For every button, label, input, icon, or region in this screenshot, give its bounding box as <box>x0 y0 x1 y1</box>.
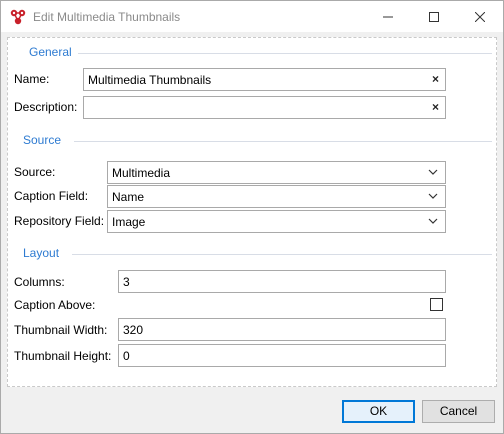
name-label: Name: <box>14 72 50 86</box>
caption-field-dropdown[interactable]: Name <box>107 185 446 208</box>
caption-above-label: Caption Above: <box>14 298 96 312</box>
source-dropdown[interactable]: Multimedia <box>107 161 446 184</box>
source-label: Source: <box>14 165 56 179</box>
maximize-icon <box>429 11 439 22</box>
caption-field-value: Name <box>112 190 145 204</box>
thumbnail-height-input[interactable]: 0 <box>118 344 446 367</box>
section-source-title: Source <box>23 133 62 147</box>
chevron-down-icon <box>428 193 438 199</box>
section-divider <box>72 254 492 255</box>
minimize-icon <box>383 16 393 17</box>
columns-value: 3 <box>123 275 130 289</box>
caption-above-checkbox[interactable] <box>430 298 443 311</box>
title-bar[interactable]: Edit Multimedia Thumbnails <box>1 1 503 32</box>
section-divider <box>74 141 492 142</box>
thumbnail-height-value: 0 <box>123 349 130 363</box>
chevron-down-icon <box>428 218 438 224</box>
maximize-button[interactable] <box>411 1 457 32</box>
editor-panel: General Name: Multimedia Thumbnails × De… <box>7 37 497 387</box>
clear-name-icon[interactable]: × <box>432 72 439 86</box>
repository-field-value: Image <box>112 215 146 229</box>
chevron-down-icon <box>428 169 438 175</box>
caption-field-label: Caption Field: <box>14 189 89 203</box>
ok-button[interactable]: OK <box>342 400 415 423</box>
cancel-button[interactable]: Cancel <box>422 400 495 423</box>
close-button[interactable] <box>457 1 503 32</box>
thumbnail-width-input[interactable]: 320 <box>118 318 446 341</box>
close-icon <box>475 11 485 22</box>
section-divider <box>78 53 492 54</box>
name-value: Multimedia Thumbnails <box>88 73 212 87</box>
description-field[interactable]: × <box>83 96 446 119</box>
thumbnail-width-label: Thumbnail Width: <box>14 323 108 337</box>
section-general-title: General <box>29 45 72 59</box>
dialog-window: Edit Multimedia Thumbnails General Name:… <box>0 0 504 434</box>
app-logo-icon <box>10 9 26 25</box>
clear-description-icon[interactable]: × <box>432 100 439 114</box>
columns-label: Columns: <box>14 275 65 289</box>
repository-field-label: Repository Field: <box>14 214 105 228</box>
section-layout-title: Layout <box>23 246 60 260</box>
name-field[interactable]: Multimedia Thumbnails × <box>83 68 446 91</box>
minimize-button[interactable] <box>365 1 411 32</box>
repository-field-dropdown[interactable]: Image <box>107 210 446 233</box>
window-title: Edit Multimedia Thumbnails <box>33 10 181 24</box>
thumbnail-height-label: Thumbnail Height: <box>14 349 112 363</box>
thumbnail-width-value: 320 <box>123 323 144 337</box>
columns-input[interactable]: 3 <box>118 270 446 293</box>
source-value: Multimedia <box>112 166 171 180</box>
description-label: Description: <box>14 100 78 114</box>
